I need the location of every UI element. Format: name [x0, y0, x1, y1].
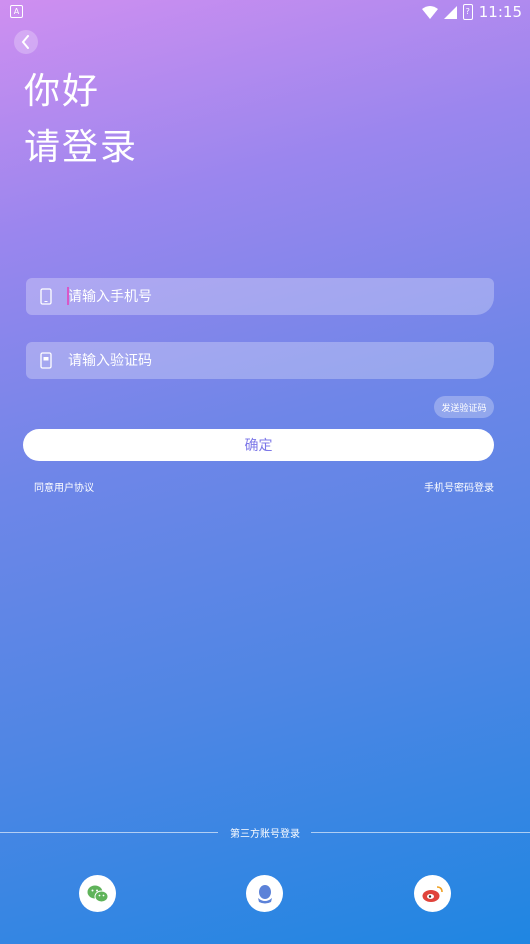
third-party-label: 第三方账号登录: [230, 829, 300, 840]
wechat-login-button[interactable]: [79, 875, 116, 912]
weibo-icon: [422, 885, 443, 902]
phone-field[interactable]: [26, 278, 494, 315]
back-button[interactable]: [14, 30, 38, 54]
chevron-left-icon: [21, 35, 29, 49]
status-time: 11:15: [478, 3, 522, 21]
status-icons: ? 11:15: [421, 2, 522, 22]
signal-icon: [443, 5, 457, 19]
send-code-button[interactable]: 发送验证码: [434, 396, 494, 418]
phone-icon: [26, 288, 66, 305]
greeting-title: 你好: [24, 71, 101, 112]
text-caret: [67, 287, 69, 305]
user-agreement-link[interactable]: 同意用户协议: [34, 479, 94, 494]
wechat-icon: [87, 885, 108, 902]
confirm-button[interactable]: 确定: [23, 429, 494, 461]
qq-login-button[interactable]: [246, 875, 283, 912]
login-subtitle: 请登录: [24, 127, 139, 168]
wifi-icon: [421, 5, 438, 19]
password-login-link[interactable]: 手机号密码登录: [424, 479, 494, 494]
verify-code-field[interactable]: [26, 342, 494, 379]
weibo-login-button[interactable]: [414, 875, 451, 912]
sms-phone-icon: [26, 352, 66, 369]
phone-input[interactable]: [66, 288, 448, 305]
verify-code-input[interactable]: [66, 352, 448, 369]
battery-icon: ?: [462, 4, 473, 20]
status-bar: A ? 11:15: [0, 0, 530, 24]
qq-icon: [257, 884, 272, 903]
notification-icon: A: [10, 5, 23, 18]
